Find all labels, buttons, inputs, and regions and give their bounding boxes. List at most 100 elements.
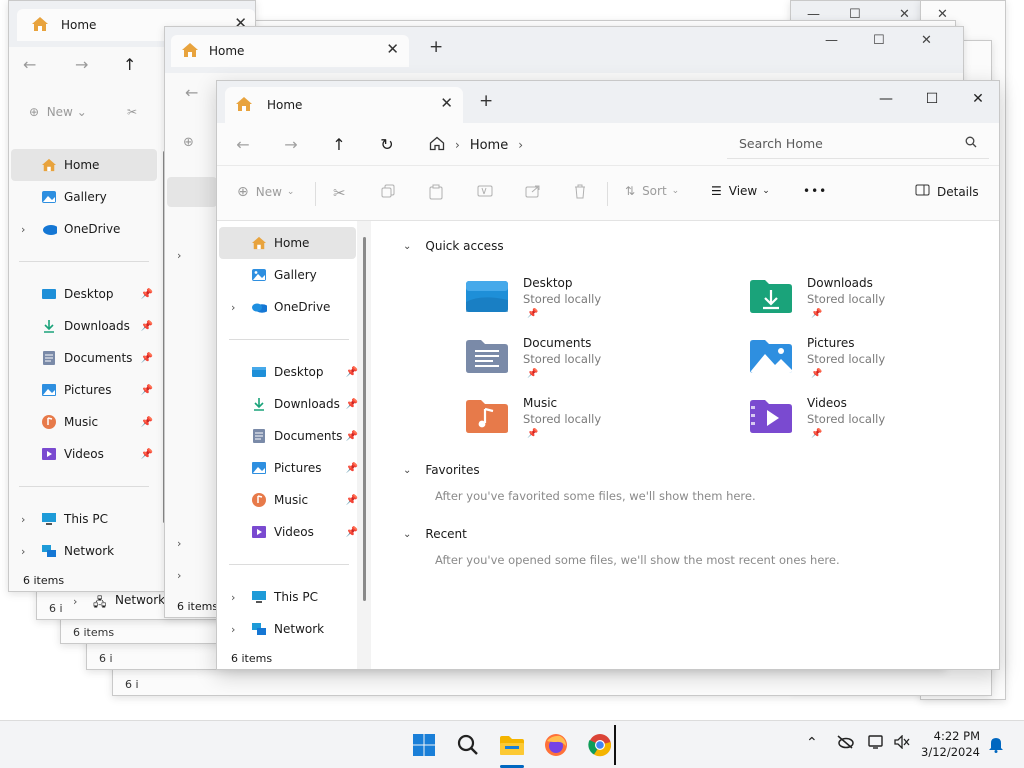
search-button[interactable] [454, 731, 482, 759]
forward-icon[interactable]: → [75, 55, 88, 74]
sidebar-item-home[interactable]: Home [219, 227, 356, 259]
bg-sidebar-item-gallery[interactable]: Gallery [11, 181, 157, 213]
sidebar-item-this-pc[interactable]: › This PC [219, 581, 356, 613]
bg-tab-home[interactable]: Home ✕ [171, 35, 409, 67]
maximize-icon[interactable]: ☐ [873, 33, 885, 48]
bg-selected-home[interactable] [167, 177, 217, 207]
system-clock[interactable]: 4:22 PM 3/12/2024 [921, 728, 980, 760]
more-options-button[interactable]: ••• [803, 184, 827, 198]
chevron-right-icon[interactable]: › [231, 301, 235, 314]
chevron-right-icon[interactable]: › [231, 623, 235, 636]
view-button[interactable]: ☰ View ⌄ [711, 184, 770, 198]
new-tab-button[interactable]: + [479, 91, 493, 111]
details-button[interactable]: Details [915, 184, 979, 199]
chevron-right-icon[interactable]: › [21, 513, 25, 526]
breadcrumb-home[interactable]: Home [470, 138, 508, 153]
bg-sidebar-item-downloads[interactable]: Downloads 📌 [11, 310, 157, 342]
back-button[interactable]: ← [229, 131, 257, 157]
sidebar-item-network[interactable]: › Network [219, 613, 356, 645]
show-hidden-icons-chevron-up-icon[interactable]: ⌃ [806, 735, 818, 751]
chevron-right-icon[interactable]: › [231, 591, 235, 604]
pin-icon[interactable]: 📌 [346, 367, 358, 378]
copy-button[interactable] [381, 184, 395, 201]
bg-sidebar-item-home[interactable]: Home [11, 149, 157, 181]
chevron-down-icon[interactable]: ⌄ [403, 241, 411, 252]
up-button[interactable]: ↑ [325, 131, 353, 157]
forward-button[interactable]: → [277, 131, 305, 157]
maximize-button[interactable]: ☐ [909, 85, 955, 113]
volume-muted-icon[interactable] [894, 734, 910, 753]
onedrive-offline-icon[interactable] [836, 735, 854, 753]
bg-sidebar-item-music[interactable]: Music 📌 [11, 406, 157, 438]
bg-sidebar-item-desktop[interactable]: Desktop 📌 [11, 278, 157, 310]
sidebar-item-videos[interactable]: Videos 📌 [219, 516, 358, 548]
quick-access-videos[interactable]: Videos Stored locally 📌 [749, 396, 989, 452]
sidebar-item-music[interactable]: Music 📌 [219, 484, 358, 516]
minimize-icon[interactable]: — [825, 33, 838, 48]
close-icon[interactable]: ✕ [921, 33, 932, 48]
share-button[interactable] [525, 184, 541, 201]
chevron-right-icon[interactable]: › [177, 569, 181, 582]
sidebar-item-pictures[interactable]: Pictures 📌 [219, 452, 358, 484]
paste-button[interactable] [429, 184, 443, 203]
back-icon[interactable]: ← [23, 55, 36, 74]
chrome-taskbar-button[interactable] [586, 731, 614, 759]
quick-access-music[interactable]: Music Stored locally 📌 [465, 396, 705, 452]
home-icon[interactable] [429, 136, 445, 154]
pin-icon[interactable]: 📌 [346, 527, 358, 538]
pin-icon[interactable]: 📌 [346, 399, 358, 410]
chevron-right-icon[interactable]: › [21, 545, 25, 558]
recent-header[interactable]: ⌄ Recent [403, 527, 467, 541]
bg-sidebar-item-pictures[interactable]: Pictures 📌 [11, 374, 157, 406]
quick-access-documents[interactable]: Documents Stored locally 📌 [465, 336, 705, 392]
close-button[interactable]: ✕ [955, 85, 1001, 113]
scrollbar-thumb[interactable] [363, 237, 366, 601]
chevron-right-icon[interactable]: › [21, 223, 25, 236]
sidebar-item-gallery[interactable]: Gallery [219, 259, 356, 291]
pin-icon[interactable]: 📌 [346, 463, 358, 474]
minimize-button[interactable]: — [863, 85, 909, 113]
sort-button[interactable]: ⇅ Sort ⌄ [625, 184, 679, 198]
search-box[interactable]: Search Home [727, 129, 989, 159]
bg-sidebar-item-network[interactable]: › Network [11, 535, 157, 567]
quick-access-desktop[interactable]: Desktop Stored locally 📌 [465, 276, 705, 332]
quick-access-pictures[interactable]: Pictures Stored locally 📌 [749, 336, 989, 392]
pin-icon[interactable]: 📌 [346, 495, 358, 506]
tab-close-icon[interactable]: ✕ [440, 94, 453, 112]
close-icon[interactable]: ✕ [386, 40, 399, 58]
search-icon[interactable] [965, 136, 977, 151]
address-bar[interactable]: › Home › [419, 130, 717, 160]
tab-home[interactable]: Home ✕ [225, 87, 463, 123]
notifications-bell-icon[interactable] [988, 735, 1004, 757]
file-explorer-taskbar-button[interactable] [498, 731, 526, 759]
firefox-taskbar-button[interactable] [542, 731, 570, 759]
file-explorer-window[interactable]: Home ✕ + — ☐ ✕ ← → ↑ ↻ › Home › Search H… [216, 80, 1000, 670]
back-icon[interactable]: ← [185, 83, 198, 102]
favorites-header[interactable]: ⌄ Favorites [403, 463, 480, 477]
chevron-right-icon[interactable]: › [177, 249, 181, 262]
chevron-down-icon[interactable]: ⌄ [403, 529, 411, 540]
new-button[interactable]: ⊕ New ⌄ [237, 184, 294, 200]
sidebar-item-downloads[interactable]: Downloads 📌 [219, 388, 358, 420]
pin-icon[interactable]: 📌 [346, 431, 358, 442]
bg-sidebar-item-onedrive[interactable]: › OneDrive [11, 213, 157, 245]
sidebar-item-desktop[interactable]: Desktop 📌 [219, 356, 358, 388]
sidebar-item-documents[interactable]: Documents 📌 [219, 420, 358, 452]
breadcrumb-chevron-icon[interactable]: › [518, 138, 523, 152]
quick-access-downloads[interactable]: Downloads Stored locally 📌 [749, 276, 989, 332]
bg-new-button[interactable]: ⊕ New ⌄ [29, 105, 87, 119]
bg-sidebar-item-videos[interactable]: Videos 📌 [11, 438, 157, 470]
up-icon[interactable]: ↑ [123, 55, 136, 74]
bg-sidebar-item-this-pc[interactable]: › This PC [11, 503, 157, 535]
quick-access-header[interactable]: ⌄ Quick access [403, 239, 504, 253]
chevron-right-icon[interactable]: › [177, 537, 181, 550]
network-status-icon[interactable] [868, 735, 886, 753]
refresh-button[interactable]: ↻ [373, 131, 401, 157]
rename-button[interactable] [477, 184, 493, 201]
bg-sidebar-item-documents[interactable]: Documents 📌 [11, 342, 157, 374]
new-tab-icon[interactable]: + [429, 37, 443, 57]
sidebar-item-onedrive[interactable]: › OneDrive [219, 291, 356, 323]
breadcrumb-chevron-icon[interactable]: › [455, 138, 460, 152]
search-input[interactable]: Search Home [739, 136, 965, 151]
delete-button[interactable] [573, 184, 587, 202]
